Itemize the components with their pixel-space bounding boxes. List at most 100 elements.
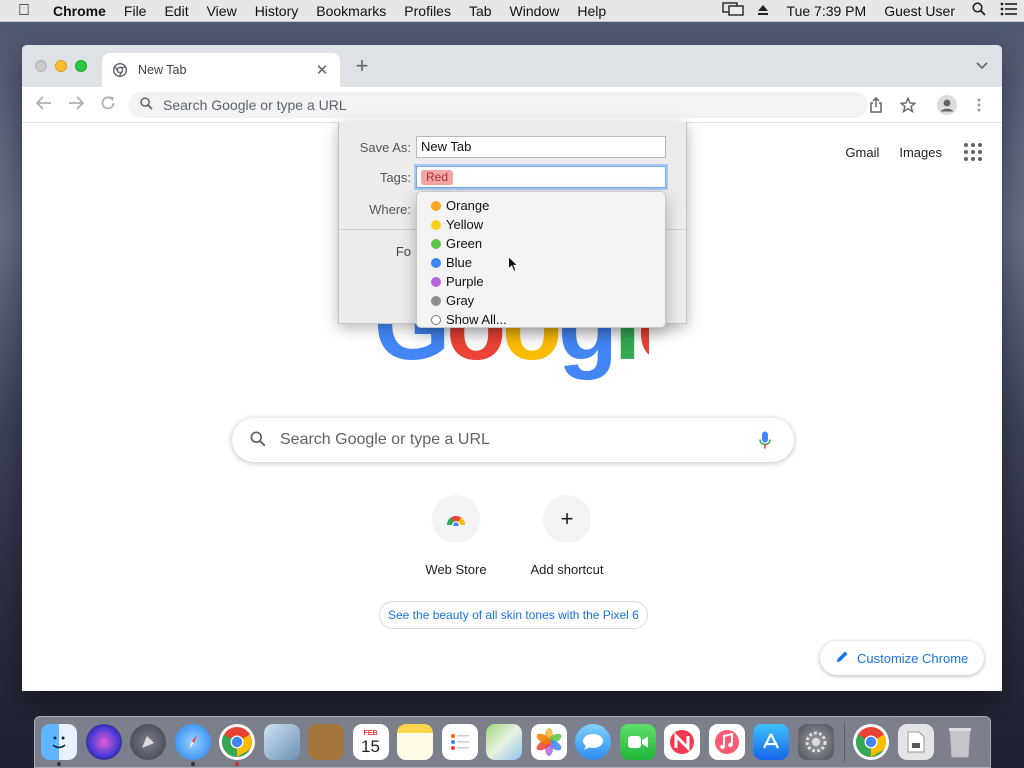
photos-icon[interactable] — [530, 724, 567, 760]
system-preferences-icon[interactable] — [797, 724, 834, 760]
orange-dot-icon — [431, 200, 441, 211]
launchpad-icon[interactable] — [130, 724, 166, 760]
tag-option-label: Purple — [446, 274, 484, 289]
tag-option-label: Green — [446, 236, 483, 251]
reload-button[interactable] — [98, 95, 118, 116]
save-as-field[interactable]: New Tab — [416, 136, 666, 158]
contacts-icon[interactable] — [308, 724, 344, 760]
window-minimize-button[interactable] — [55, 60, 67, 72]
apple-menu-icon[interactable]:  — [0, 0, 44, 22]
purple-dot-icon — [431, 276, 441, 287]
browser-toolbar: Search Google or type a URL — [22, 87, 1002, 123]
tag-option-blue[interactable]: Blue — [417, 253, 665, 272]
ntp-search-icon — [250, 431, 266, 450]
tab-new-tab[interactable]: New Tab ✕ — [102, 53, 340, 87]
menu-tab[interactable]: Tab — [460, 0, 501, 22]
tag-option-orange[interactable]: Orange — [417, 196, 665, 215]
new-tab-button[interactable]: + — [352, 55, 372, 77]
menu-window[interactable]: Window — [501, 0, 569, 22]
where-label: Where: — [369, 202, 411, 217]
gmail-link[interactable]: Gmail — [845, 145, 879, 160]
dock: FEB 15 — [34, 716, 991, 768]
profile-avatar-icon[interactable] — [937, 95, 957, 115]
omnibox-placeholder: Search Google or type a URL — [163, 97, 347, 113]
messages-icon[interactable] — [575, 724, 611, 760]
dock-separator — [844, 722, 845, 762]
shortcut-add[interactable]: + Add shortcut — [512, 495, 622, 577]
window-maximize-button[interactable] — [75, 60, 87, 72]
calendar-icon[interactable]: FEB 15 — [352, 724, 389, 760]
gray-dot-icon — [431, 295, 441, 306]
siri-icon[interactable] — [85, 724, 122, 760]
downloads-stack-icon[interactable] — [897, 724, 934, 760]
music-icon[interactable] — [708, 724, 745, 760]
notification-center-icon[interactable] — [994, 0, 1024, 22]
app-store-icon[interactable] — [753, 724, 789, 760]
bookmark-star-icon[interactable] — [899, 96, 917, 114]
promo-link[interactable]: See the beauty of all skin tones with th… — [379, 601, 648, 629]
shortcut-web-store[interactable]: Web Store — [401, 495, 511, 577]
mouse-cursor-icon — [508, 256, 518, 272]
menu-user[interactable]: Guest User — [875, 0, 964, 22]
trash-icon[interactable] — [942, 724, 978, 760]
menu-edit[interactable]: Edit — [155, 0, 197, 22]
tag-option-purple[interactable]: Purple — [417, 272, 665, 291]
notes-icon[interactable] — [397, 724, 433, 760]
ntp-search-box[interactable]: Search Google or type a URL — [232, 418, 794, 462]
customize-chrome-button[interactable]: Customize Chrome — [820, 641, 985, 675]
menu-bookmarks[interactable]: Bookmarks — [307, 0, 395, 22]
tags-label: Tags: — [379, 170, 411, 185]
screen-mirroring-icon[interactable] — [718, 0, 748, 22]
chrome-dock-icon-2[interactable] — [853, 724, 889, 760]
customize-label: Customize Chrome — [857, 650, 969, 666]
tag-option-label: Blue — [446, 255, 473, 270]
window-close-button[interactable] — [35, 60, 47, 72]
finder-icon[interactable] — [41, 724, 77, 766]
format-label-partial: Fo — [395, 244, 411, 259]
reminders-icon[interactable] — [441, 724, 478, 760]
tag-option-label: Yellow — [446, 217, 484, 232]
menu-clock[interactable]: Tue 7:39 PM — [778, 0, 876, 22]
share-icon[interactable] — [867, 96, 885, 114]
save-as-label: Save As: — [359, 140, 411, 155]
google-apps-icon[interactable] — [964, 143, 982, 161]
ntp-search-placeholder: Search Google or type a URL — [280, 431, 490, 448]
chrome-menu-icon[interactable] — [970, 96, 988, 114]
voice-search-mic-icon[interactable] — [758, 430, 772, 450]
news-icon[interactable] — [664, 724, 700, 760]
menu-history[interactable]: History — [246, 0, 308, 22]
tag-option-show-all[interactable]: Show All... — [417, 310, 665, 329]
menu-app-name[interactable]: Chrome — [44, 0, 115, 22]
shortcut-label: Web Store — [425, 562, 487, 577]
images-link[interactable]: Images — [899, 145, 942, 160]
preview-icon[interactable] — [263, 724, 300, 760]
forward-button[interactable] — [66, 95, 86, 115]
back-button[interactable] — [34, 95, 54, 115]
tab-strip: New Tab ✕ + — [22, 45, 1002, 87]
safari-icon[interactable] — [174, 724, 211, 766]
omnibox[interactable]: Search Google or type a URL — [128, 92, 868, 118]
tags-field[interactable]: Red — [416, 166, 666, 188]
menu-help[interactable]: Help — [568, 0, 615, 22]
menu-bar:  Chrome File Edit View History Bookmark… — [0, 0, 1024, 22]
empty-circle-icon — [431, 314, 441, 325]
menu-file[interactable]: File — [115, 0, 156, 22]
tab-close-icon[interactable]: ✕ — [314, 61, 330, 79]
yellow-dot-icon — [431, 219, 441, 230]
tag-red-chip[interactable]: Red — [421, 170, 454, 185]
tab-title: New Tab — [138, 63, 187, 77]
calendar-day: 15 — [361, 736, 380, 756]
menu-profiles[interactable]: Profiles — [395, 0, 460, 22]
tab-search-chevron-icon[interactable] — [976, 59, 988, 73]
menu-view[interactable]: View — [198, 0, 246, 22]
maps-icon[interactable] — [486, 724, 522, 760]
facetime-icon[interactable] — [619, 724, 656, 760]
tag-option-gray[interactable]: Gray — [417, 291, 665, 310]
eject-icon[interactable] — [748, 0, 778, 22]
chrome-dock-icon[interactable] — [219, 724, 255, 766]
pencil-icon — [836, 650, 849, 666]
spotlight-search-icon[interactable] — [964, 0, 994, 22]
tag-option-yellow[interactable]: Yellow — [417, 215, 665, 234]
tag-option-green[interactable]: Green — [417, 234, 665, 253]
green-dot-icon — [431, 238, 441, 249]
